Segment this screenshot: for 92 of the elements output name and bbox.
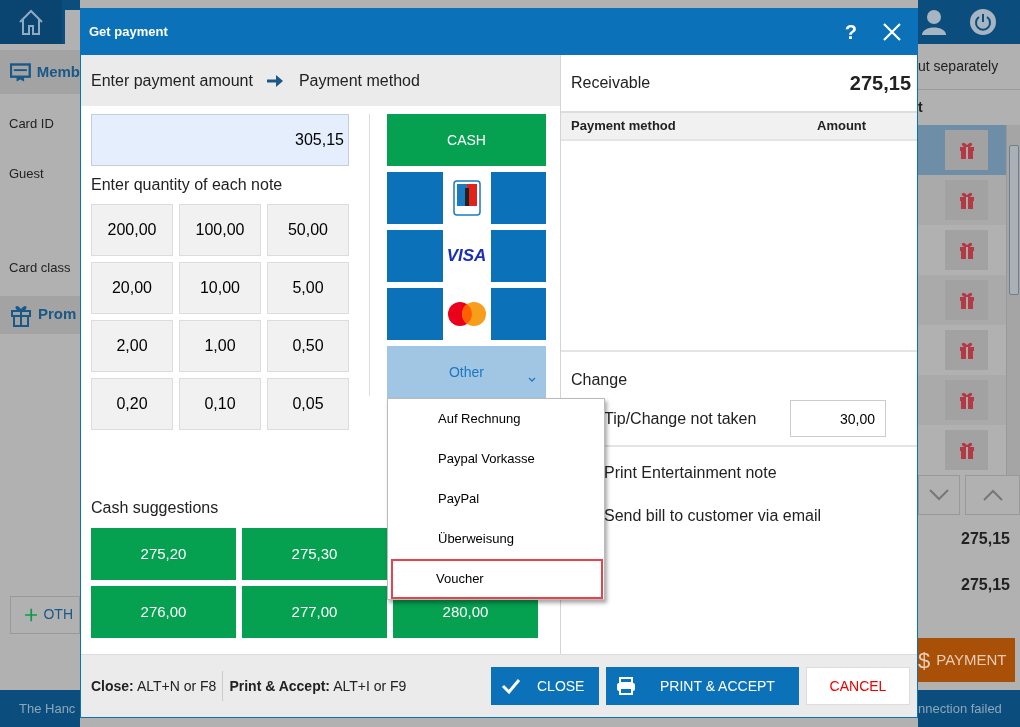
gift-icon [957,441,976,459]
ec-card-button[interactable] [387,172,546,224]
close-button[interactable]: CLOSE [491,667,599,705]
card-icon [10,61,31,83]
gift-button[interactable] [945,330,988,370]
note-button[interactable]: 2,00 [91,320,173,372]
note-button[interactable]: 0,20 [91,378,173,430]
list-row[interactable] [918,375,1006,425]
status-text: nnection failed [918,690,1020,727]
column-header: Amount [817,117,867,136]
scrollbar[interactable] [1006,125,1020,475]
tip-field[interactable]: 30,00 [790,400,886,437]
check-icon [501,678,521,694]
gift-button[interactable] [945,280,988,320]
gift-button[interactable] [945,230,988,270]
chevron-up-icon [982,489,1003,501]
note-button[interactable]: 0,05 [267,378,349,430]
help-button[interactable]: ? [838,17,863,47]
option-label: Send bill to customer via email [603,506,822,526]
shortcut-hint: Print & Accept: ALT+I or F9 [229,676,407,696]
note-button[interactable]: 200,00 [91,204,173,256]
gift-icon [957,191,976,209]
arrow-icon [266,73,285,88]
gift-icon [957,391,976,409]
list-row[interactable] [918,275,1006,325]
window-title: Get payment [89,23,168,42]
menu-item[interactable]: Paypal Vorkasse [388,439,604,479]
power-button[interactable] [969,8,997,36]
note-button[interactable]: 5,00 [267,262,349,314]
note-button[interactable]: 100,00 [179,204,261,256]
chevron-down-icon [929,489,949,501]
note-button[interactable]: 50,00 [267,204,349,256]
field-label: Guest [8,164,45,183]
gift-icon [957,341,976,359]
home-tab[interactable] [0,0,62,44]
visa-logo: VISA [446,245,487,268]
menu-item[interactable]: Auf Rechnung [388,399,604,439]
close-icon [883,23,901,41]
status-text: The Hanc [0,690,80,727]
print-accept-button[interactable]: PRINT & ACCEPT [606,667,799,705]
note-button[interactable]: 10,00 [179,262,261,314]
mastercard-logo-icon [446,301,487,327]
gift-button[interactable] [945,180,988,220]
mastercard-button[interactable] [387,288,546,340]
cancel-button[interactable]: CANCEL [806,667,910,705]
step-label: Payment method [298,70,420,91]
gift-icon [957,291,976,309]
menu-item[interactable]: Überweisung [388,519,604,559]
shortcut-hint: Close: ALT+N or F8 [91,676,217,696]
gift-button[interactable] [945,430,988,470]
column-header: t [918,98,924,117]
amount-field[interactable]: 305,15 [91,114,349,166]
scroll-up-button[interactable] [965,475,1020,515]
payment-button[interactable]: $ PAYMENT [918,638,1015,682]
field-label: Tip/Change not taken [604,408,757,429]
gift-icon [957,241,976,259]
section-label: Enter quantity of each note [91,175,284,195]
gift-button[interactable] [945,380,988,420]
close-button[interactable] [883,23,901,41]
section-label: Cash suggestions [91,498,219,518]
visa-button[interactable]: VISA [387,230,546,282]
scroll-down-button[interactable] [918,475,960,515]
field-label: Card ID [8,115,55,133]
home-icon [17,8,45,36]
power-icon [969,8,997,36]
menu-item[interactable]: PayPal [388,479,604,519]
total-amount: 275,15 [960,529,1011,549]
receivable-amount: 275,15 [849,71,911,96]
user-icon [921,9,947,35]
note-button[interactable]: 0,50 [267,320,349,372]
list-row[interactable] [918,175,1006,225]
field-label: Card class [8,259,72,277]
total-amount: 275,15 [960,575,1011,595]
option-label: Print Entertainment note [603,463,778,483]
note-button[interactable]: 20,00 [91,262,173,314]
menu-item[interactable]: Voucher [391,559,603,599]
ec-logo-icon [452,180,481,216]
gift-icon [957,141,976,159]
add-button[interactable]: OTH [10,595,80,634]
note-button[interactable]: 1,00 [179,320,261,372]
list-row[interactable] [918,125,1006,175]
column-header: Payment method [571,117,677,136]
receivable-label: Receivable [571,73,651,93]
gift-button[interactable] [945,130,988,170]
printer-icon [616,677,636,695]
caret-icon [528,376,536,382]
section-label: Change [570,370,629,390]
step-label: Enter payment amount [91,70,253,91]
dollar-icon: $ [918,643,931,677]
section-title: Prom [38,304,77,325]
note-button[interactable]: 0,10 [179,378,261,430]
section-title: Memb [36,61,80,82]
